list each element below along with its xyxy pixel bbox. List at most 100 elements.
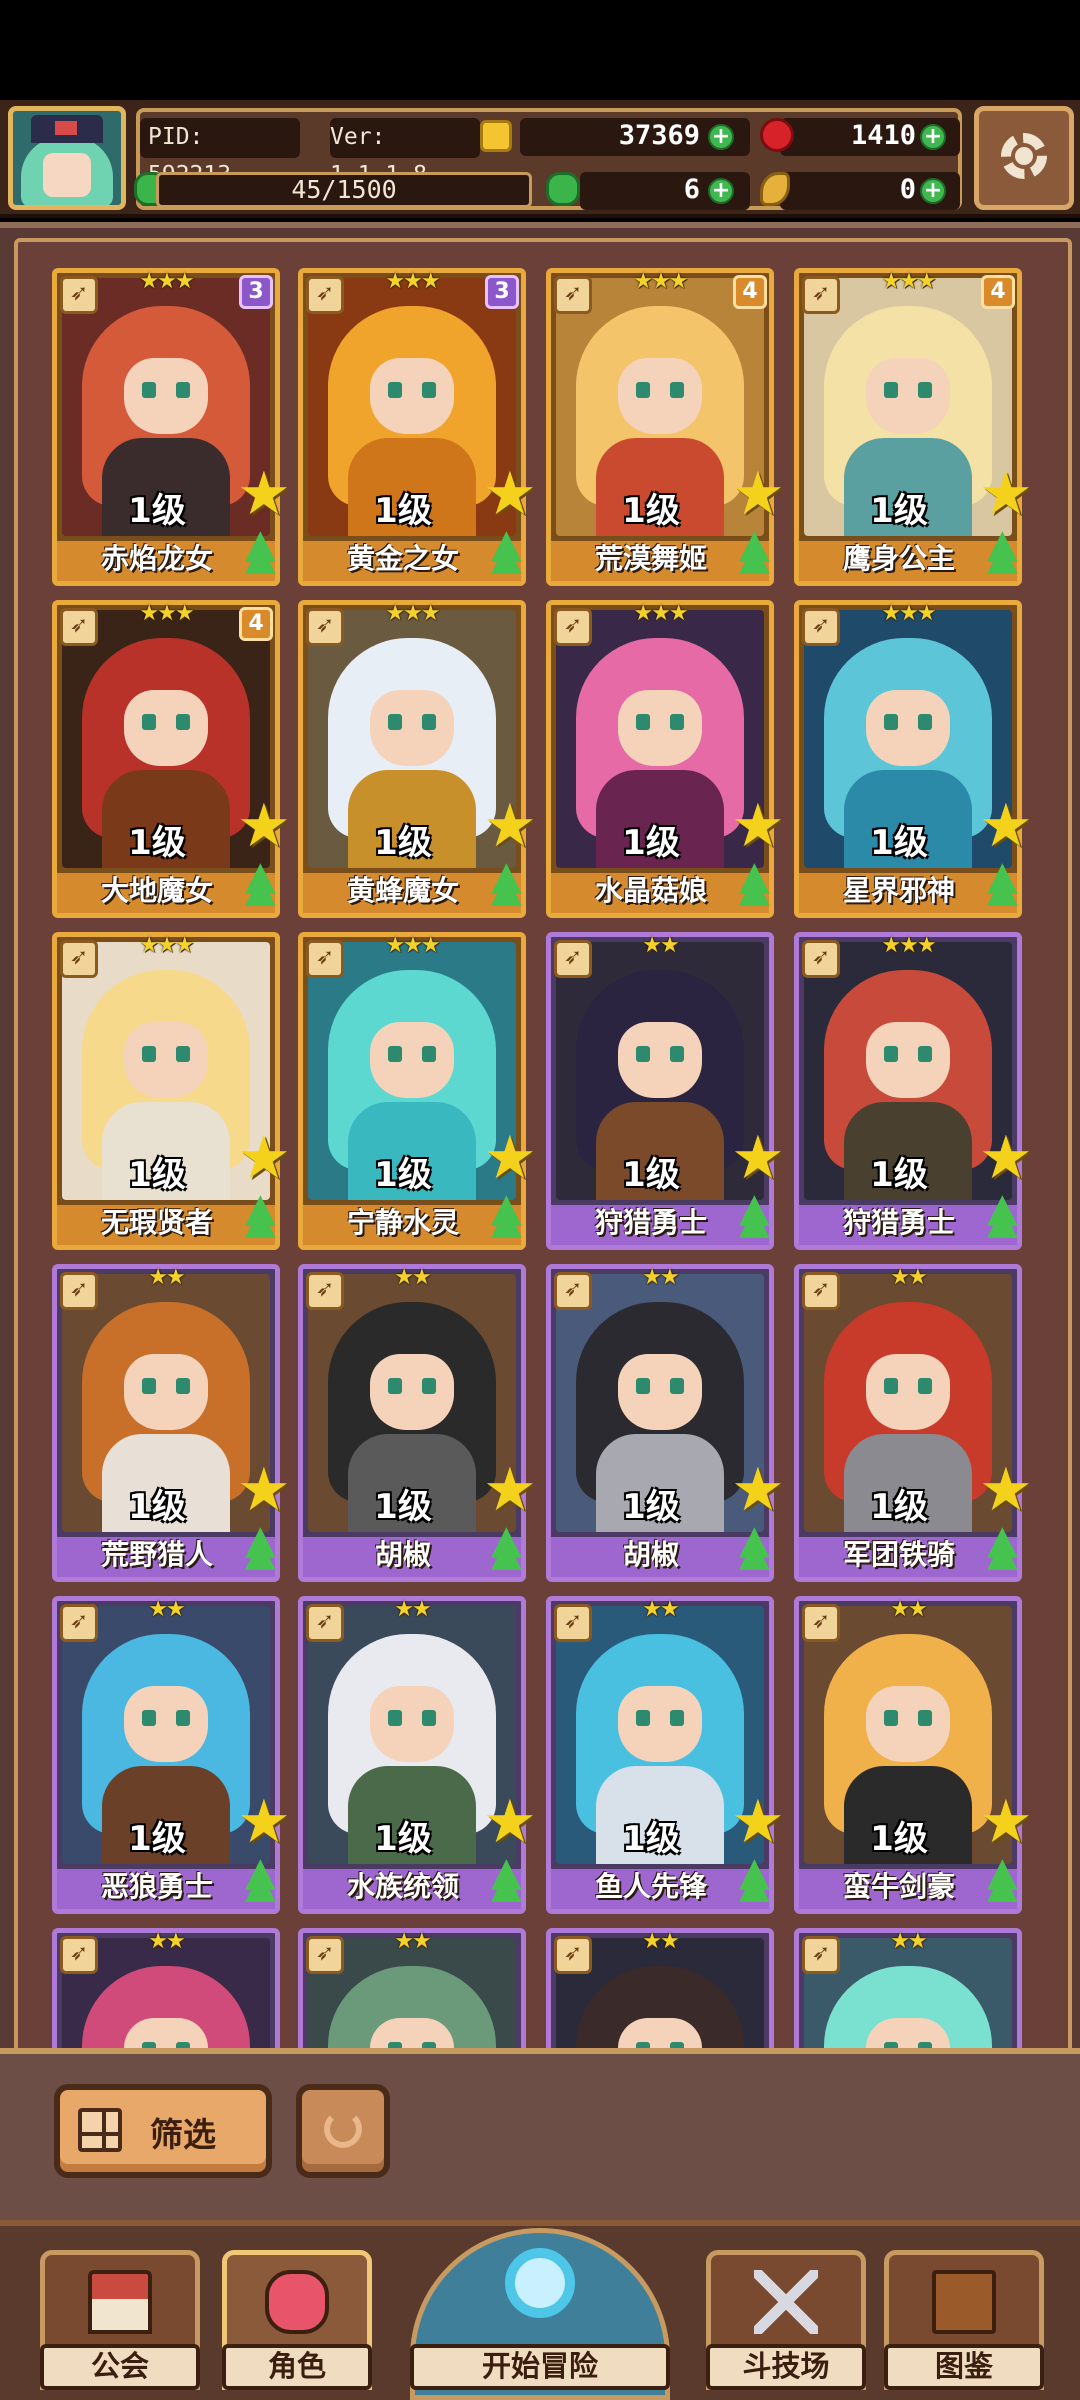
hero-name: 蛮牛剑豪 [842, 1870, 955, 1903]
gem-amount: 1410 [850, 120, 916, 151]
player-avatar[interactable] [8, 106, 126, 210]
hero-card[interactable]: ➶ ★★★ 1级 宁静水灵 [298, 932, 537, 1250]
hero-card[interactable]: ➶ ★★★ 1级 星界邪神 [794, 600, 1032, 918]
hero-level: 1级 [622, 1155, 680, 1195]
filter-button[interactable]: 筛选 [54, 2084, 272, 2178]
nav-guild[interactable]: 公会 [40, 2250, 200, 2400]
nav-role[interactable]: 角色 [222, 2250, 372, 2400]
hero-name: 无瑕贤者 [100, 1206, 213, 1239]
star-up-icon [979, 459, 1032, 529]
upgrade-arrow-icon [735, 1861, 781, 1907]
hero-card[interactable]: ➶ ★★ 1级 蛮牛剑豪 [794, 1596, 1032, 1914]
feather-amount: 0 [899, 174, 916, 205]
upgrade-arrow-icon [983, 1197, 1029, 1243]
hero-level: 1级 [622, 823, 680, 863]
hero-name: 黄蜂魔女 [346, 874, 459, 907]
hero-card[interactable]: ➶ ★★★ 4 1级 荒漠舞姬 [546, 268, 785, 586]
hero-card[interactable]: ➶ ★★★ 4 1级 大地魔女 [52, 600, 291, 918]
star-up-icon [237, 1787, 291, 1857]
hero-stars: ★★ [148, 1597, 185, 1622]
nav-arena[interactable]: 斗技场 [706, 2250, 866, 2400]
hero-level: 1级 [128, 1487, 186, 1527]
settings-button[interactable] [974, 106, 1074, 210]
star-up-icon [237, 1123, 291, 1193]
hero-name: 荒野猎人 [100, 1538, 213, 1571]
refresh-icon [324, 2110, 362, 2148]
add-gem-button[interactable]: + [920, 124, 946, 150]
hero-stars: ★★★ [385, 933, 440, 958]
star-up-icon [237, 459, 291, 529]
hero-card[interactable]: ➶ ★★★ 3 1级 赤焰龙女 [52, 268, 291, 586]
upgrade-arrow-icon [241, 865, 287, 911]
rank-badge: 4 [733, 275, 767, 309]
add-clover-button[interactable]: + [708, 178, 734, 204]
hero-card[interactable]: ➶ ★★ 1级 水族统领 [298, 1596, 537, 1914]
add-gold-button[interactable]: + [708, 124, 734, 150]
upgrade-arrow-icon [983, 865, 1029, 911]
hero-card[interactable]: ➶ ★★ 1级 胡椒 [298, 1264, 537, 1582]
grid-filter-icon [78, 2108, 122, 2152]
hero-card[interactable]: ➶ ★★★ 1级 水晶菇娘 [546, 600, 785, 918]
upgrade-arrow-icon [983, 1529, 1029, 1575]
hero-level: 1级 [128, 1155, 186, 1195]
hero-card[interactable]: ➶ ★★★ 1级 黄蜂魔女 [298, 600, 537, 918]
upgrade-arrow-icon [983, 1861, 1029, 1907]
hero-level: 1级 [622, 1819, 680, 1859]
hero-card[interactable]: ➶ ★★★ 3 1级 黄金之女 [298, 268, 537, 586]
upgrade-arrow-icon [241, 1529, 287, 1575]
hero-card[interactable]: ➶ ★★ 1级 胡椒 [546, 1264, 785, 1582]
hero-stars: ★★ [148, 1265, 185, 1290]
nav-adventure[interactable]: 开始冒险 [410, 2228, 670, 2400]
hero-card[interactable]: ➶ ★★ [298, 1928, 526, 2048]
upgrade-arrow-icon [487, 1529, 533, 1575]
star-up-icon [979, 1787, 1032, 1857]
add-feather-button[interactable]: + [920, 178, 946, 204]
hero-card[interactable]: ➶ ★★ 1级 军团铁骑 [794, 1264, 1032, 1582]
upgrade-arrow-icon [735, 1529, 781, 1575]
hero-card[interactable]: ➶ ★★ 1级 鱼人先锋 [546, 1596, 785, 1914]
hero-level: 1级 [128, 491, 186, 531]
upgrade-arrow-icon [735, 865, 781, 911]
hero-card[interactable]: ➶ ★★ [794, 1928, 1022, 2048]
hero-card[interactable]: ➶ ★★★ 1级 无瑕贤者 [52, 932, 291, 1250]
hero-name: 荒漠舞姬 [594, 542, 707, 575]
nav-guild-label: 公会 [40, 2344, 200, 2390]
hero-level: 1级 [870, 1819, 928, 1859]
star-up-icon [731, 459, 785, 529]
nav-codex[interactable]: 图鉴 [884, 2250, 1044, 2400]
hero-level: 1级 [374, 491, 432, 531]
nav-role-label: 角色 [222, 2344, 372, 2390]
refresh-button[interactable] [296, 2084, 390, 2178]
star-up-icon [237, 791, 291, 861]
hero-card[interactable]: ➶ ★★★ 4 1级 鹰身公主 [794, 268, 1032, 586]
nav-adventure-label: 开始冒险 [410, 2344, 670, 2390]
gear-icon [1001, 133, 1047, 179]
ruby-icon [760, 118, 794, 152]
gold-amount: 37369 [618, 120, 700, 151]
hero-name: 鹰身公主 [842, 542, 955, 575]
hero-card[interactable]: ➶ ★★ 1级 荒野猎人 [52, 1264, 291, 1582]
star-up-icon [979, 1455, 1032, 1525]
hero-stars: ★★ [394, 1597, 431, 1622]
hero-stars: ★★ [642, 1597, 679, 1622]
hero-level: 1级 [128, 1819, 186, 1859]
hero-level: 1级 [128, 823, 186, 863]
upgrade-arrow-icon [487, 533, 533, 579]
hero-level: 1级 [374, 1819, 432, 1859]
hero-card[interactable]: ➶ ★★ [52, 1928, 280, 2048]
hero-card[interactable]: ➶ ★★ 1级 恶狼勇士 [52, 1596, 291, 1914]
hero-card[interactable]: ➶ ★★★ 1级 狩猎勇士 [794, 932, 1032, 1250]
upgrade-arrow-icon [241, 1861, 287, 1907]
hero-stars: ★★★ [139, 933, 194, 958]
hero-card[interactable]: ➶ ★★ 1级 狩猎勇士 [546, 932, 785, 1250]
star-up-icon [483, 1455, 537, 1525]
hero-name: 胡椒 [622, 1538, 679, 1571]
hero-level: 1级 [622, 491, 680, 531]
rank-badge: 3 [239, 275, 273, 309]
upgrade-arrow-icon [241, 533, 287, 579]
magnifier-icon [505, 2248, 575, 2318]
hero-stars: ★★★ [385, 601, 440, 626]
hero-name: 水族统领 [346, 1870, 459, 1903]
hero-card[interactable]: ➶ ★★ [546, 1928, 774, 2048]
hero-level: 1级 [870, 491, 928, 531]
